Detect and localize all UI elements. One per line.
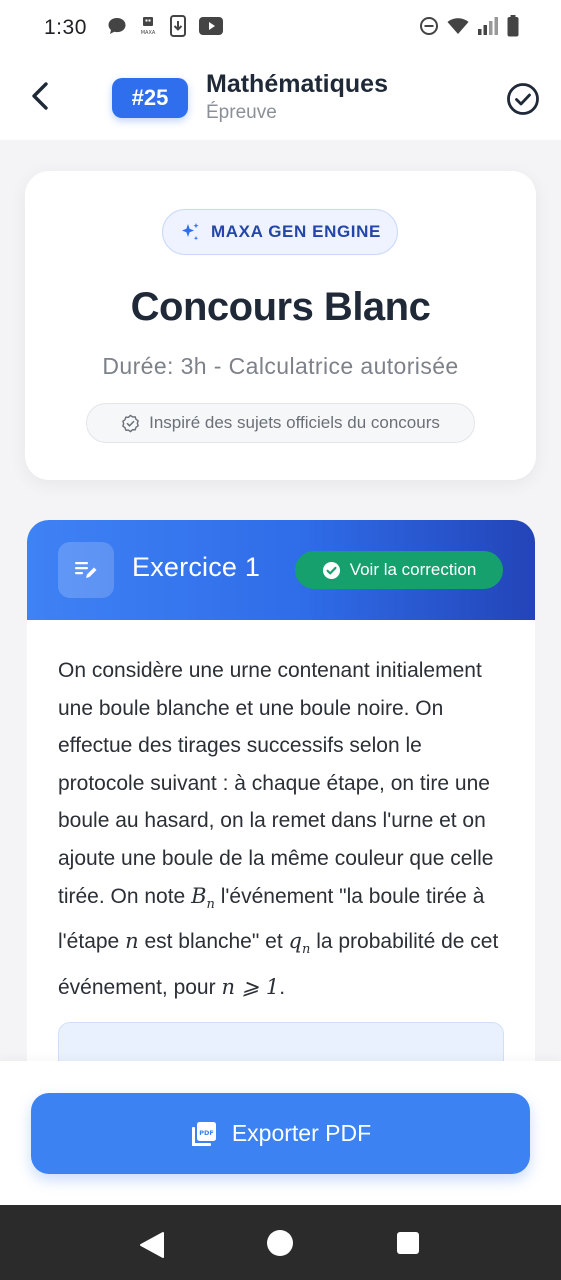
- signal-icon: [477, 16, 499, 40]
- app-header: #25 Mathématiques Épreuve: [0, 56, 561, 140]
- bottom-action-bar: PDF Exporter PDF: [0, 1061, 561, 1205]
- chat-bubble-icon: [107, 16, 127, 41]
- exercise-header: Exercice 1 Voir la correction: [27, 520, 535, 620]
- youtube-icon: [198, 16, 223, 40]
- official-badge: Inspiré des sujets officiels du concours: [86, 403, 475, 443]
- exercise-text-part-5: .: [279, 976, 286, 1000]
- verified-badge-icon: [122, 414, 140, 432]
- view-correction-label: Voir la correction: [349, 560, 477, 579]
- exercise-text-part-1: On considère une urne contenant initiale…: [58, 659, 494, 908]
- maxa-app-icon: MAXA: [139, 15, 157, 42]
- system-nav-bar: [0, 1205, 561, 1280]
- exercise-statement: On considère une urne contenant initiale…: [58, 652, 508, 1007]
- exercise-card: Exercice 1 Voir la correction On considè…: [27, 520, 535, 1120]
- export-pdf-label: Exporter PDF: [231, 1120, 372, 1146]
- battery-icon: [507, 14, 519, 42]
- exam-title: Concours Blanc: [130, 285, 431, 329]
- edit-note-icon: [75, 562, 97, 578]
- complete-button[interactable]: [506, 82, 540, 116]
- exam-details: Durée: 3h - Calculatrice autorisée: [102, 353, 459, 379]
- math-q: qn: [288, 929, 311, 958]
- maxa-icon-text: MAXA: [141, 30, 156, 36]
- math-n: n: [125, 929, 139, 954]
- do-not-disturb-icon: [419, 16, 439, 41]
- check-circle-filled-icon: [322, 561, 340, 579]
- view-correction-button[interactable]: Voir la correction: [295, 551, 503, 589]
- exercise-text-part-3: est blanche" et: [144, 930, 283, 954]
- math-b: Bn: [191, 883, 215, 912]
- page-title: Mathématiques: [206, 70, 388, 98]
- engine-badge: MAXA GEN ENGINE: [162, 209, 398, 255]
- page-subtitle: Épreuve: [206, 102, 277, 123]
- status-time: 1:30: [44, 16, 87, 39]
- download-icon: [169, 14, 187, 42]
- exam-hero-card: MAXA GEN ENGINE Concours Blanc Durée: 3h…: [25, 171, 536, 480]
- chevron-left-icon: [32, 82, 48, 110]
- nav-recents-button[interactable]: [397, 1232, 419, 1254]
- nav-back-button[interactable]: [139, 1231, 165, 1264]
- engine-label: MAXA GEN ENGINE: [211, 222, 381, 241]
- check-circle-icon: [507, 83, 539, 115]
- exercise-title: Exercice 1: [132, 552, 261, 582]
- nav-home-button[interactable]: [267, 1230, 293, 1256]
- exam-number-badge: #25: [112, 78, 188, 118]
- math-condition: n ⩾ 1: [221, 975, 280, 1000]
- pdf-icon: PDF: [191, 1121, 216, 1146]
- exercise-icon-box: [58, 542, 114, 598]
- pdf-icon-text: PDF: [199, 1129, 214, 1137]
- export-pdf-button[interactable]: PDF Exporter PDF: [31, 1093, 530, 1174]
- wifi-icon: [447, 17, 469, 40]
- exercise-subpanel: [58, 1022, 504, 1062]
- back-button[interactable]: [22, 78, 58, 114]
- triangle-back-icon: [140, 1232, 164, 1258]
- official-label: Inspiré des sujets officiels du concours: [149, 413, 440, 432]
- status-bar: 1:30 MAXA: [0, 0, 561, 56]
- sparkles-icon: [182, 223, 199, 241]
